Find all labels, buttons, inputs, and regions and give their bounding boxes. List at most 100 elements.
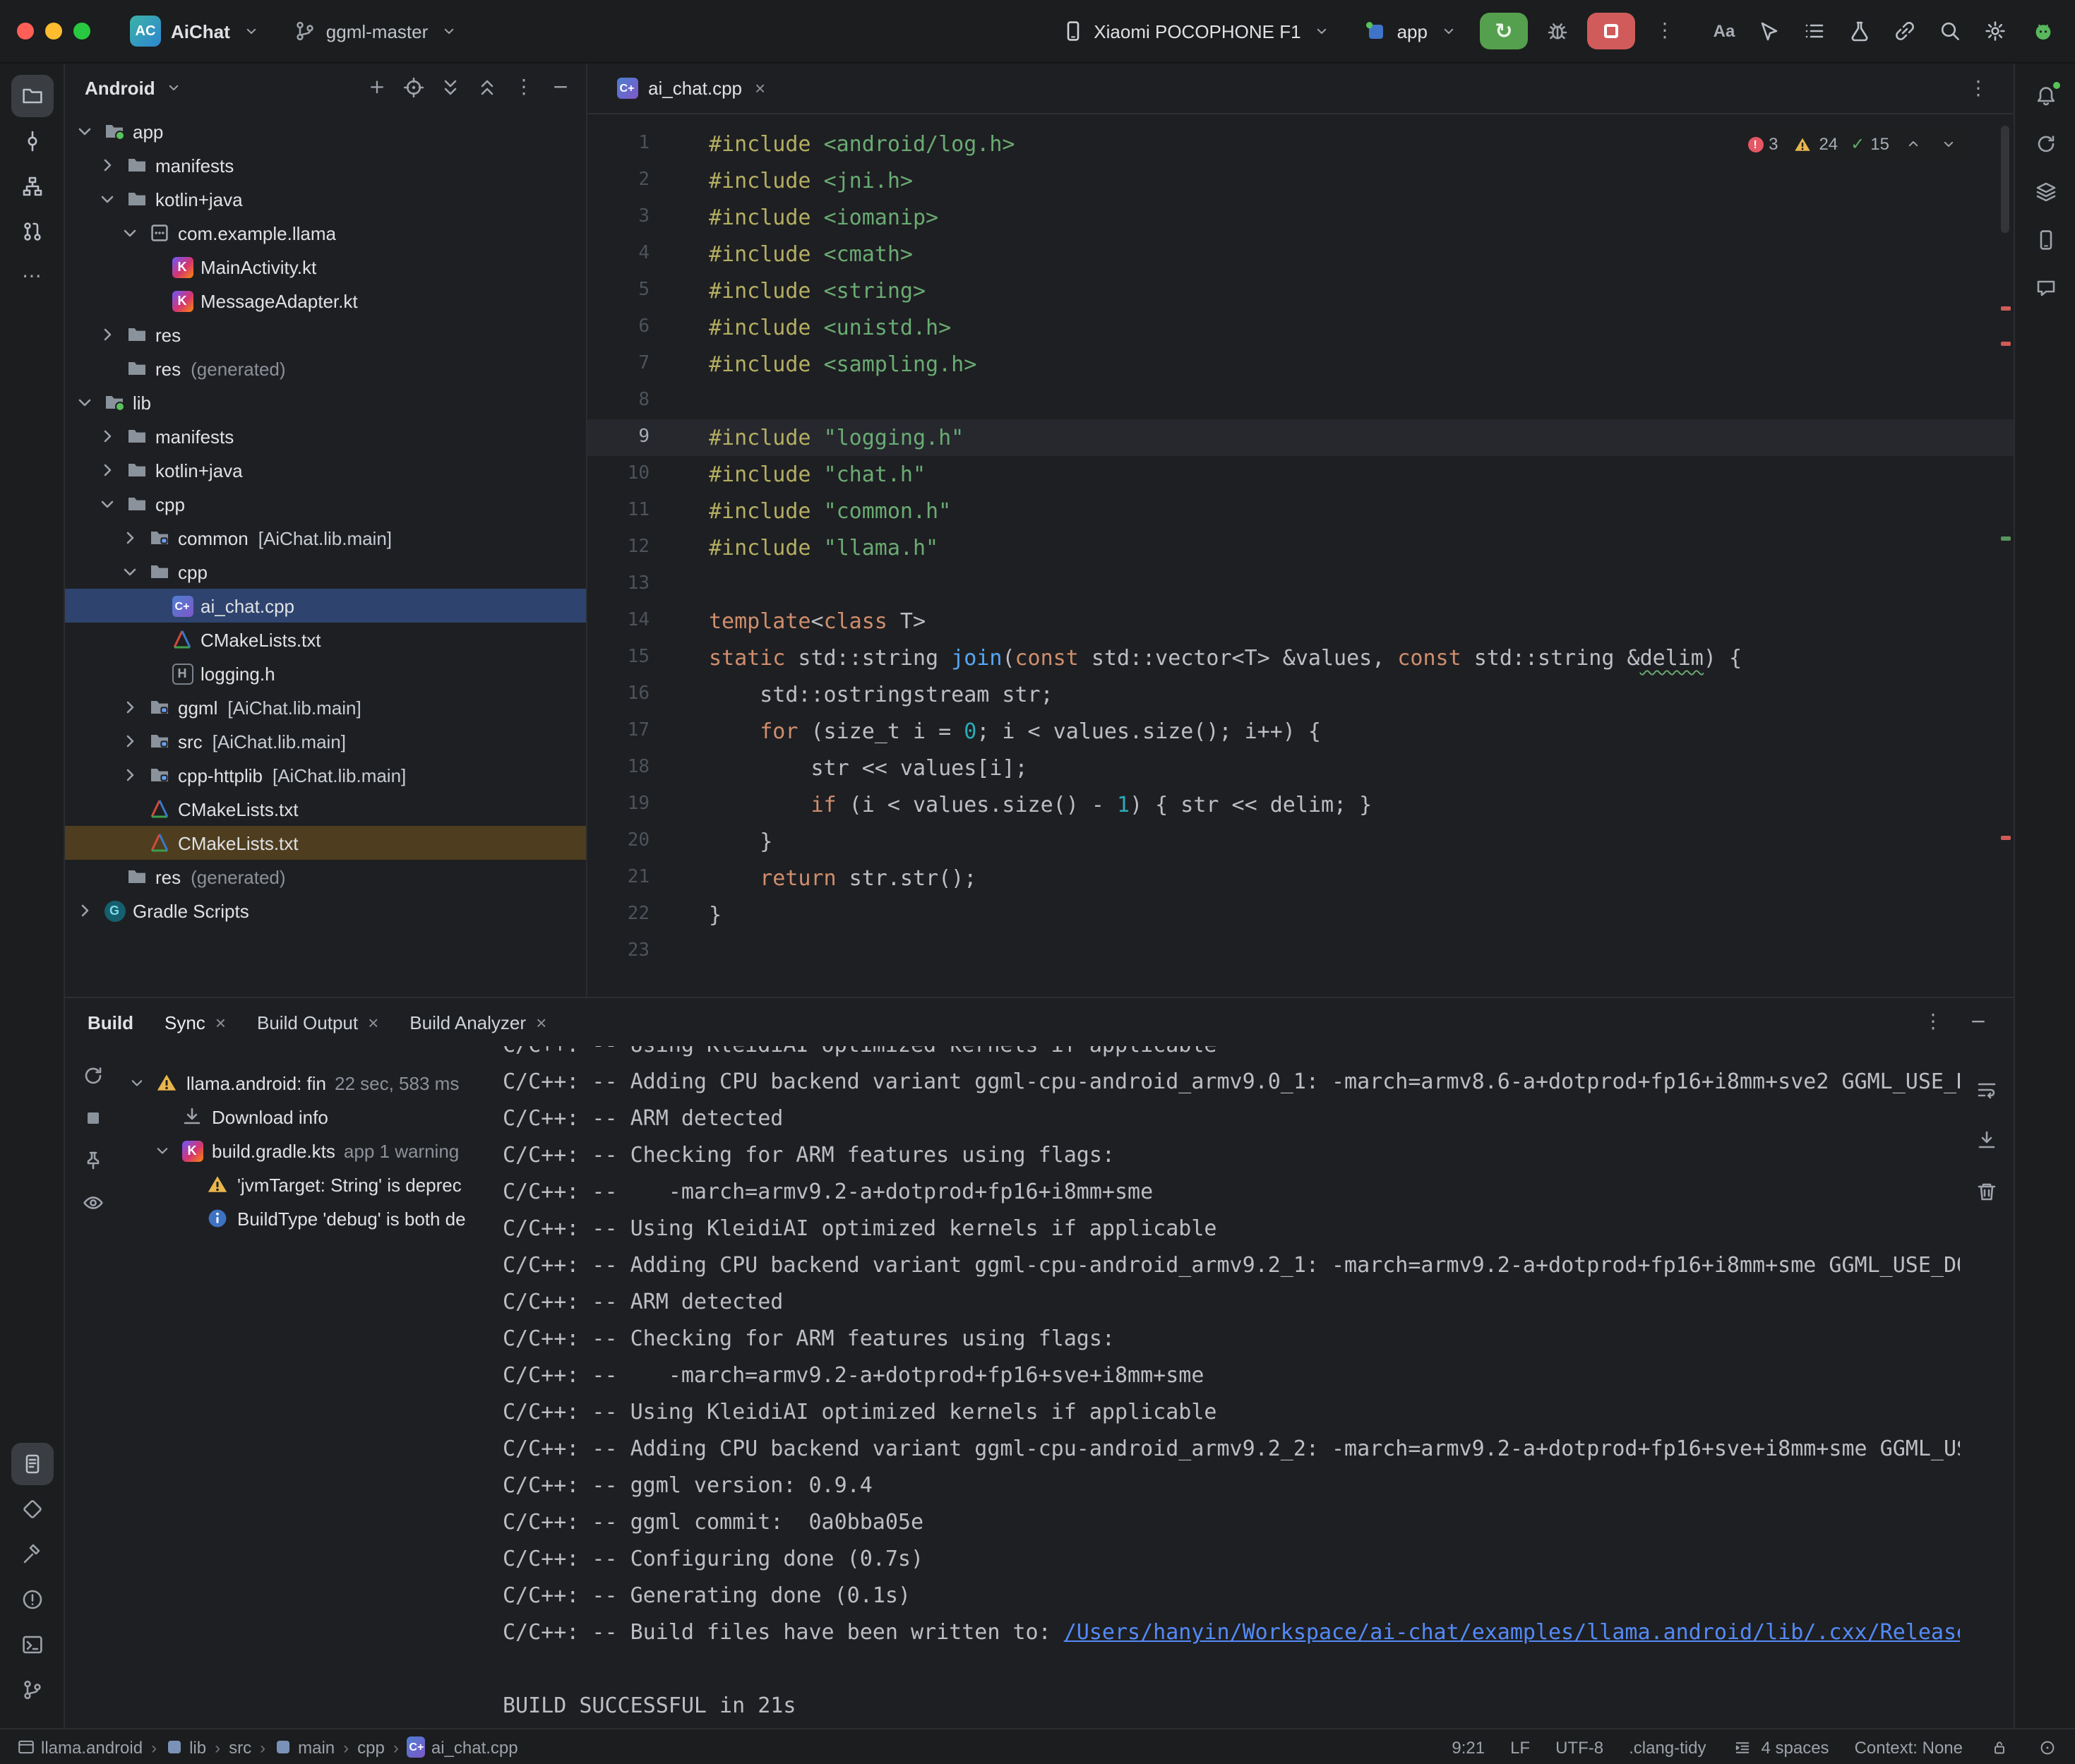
tree-row[interactable]: ggml[AiChat.lib.main] (65, 690, 586, 724)
tree-row[interactable]: cpp-httplib[AiChat.lib.main] (65, 758, 586, 792)
status-item[interactable]: 9:21 (1452, 1737, 1485, 1757)
status-item[interactable]: Context: None (1855, 1737, 1963, 1757)
tree-row[interactable]: lib (65, 385, 586, 419)
device-explorer-button[interactable] (2024, 171, 2067, 213)
line-number[interactable]: 20 (587, 823, 650, 860)
tree-row[interactable]: CMakeLists.txt (65, 826, 586, 860)
tree-row[interactable]: manifests (65, 419, 586, 453)
build-button[interactable] (11, 1533, 53, 1576)
tree-row[interactable]: cpp (65, 487, 586, 521)
project-widget[interactable]: AC AiChat (119, 10, 274, 52)
line-number[interactable]: 2 (587, 162, 650, 199)
hide-button[interactable]: − (544, 71, 578, 104)
close-tab-icon[interactable]: × (755, 78, 765, 99)
line-number[interactable]: 5 (587, 272, 650, 309)
chevron-down-icon[interactable] (162, 76, 185, 99)
breadcrumb-item[interactable]: cpp (357, 1737, 385, 1757)
breadcrumb-item[interactable]: llama.android (17, 1737, 143, 1757)
status-item-hector[interactable] (2036, 1736, 2059, 1758)
stripe-mark[interactable] (2001, 342, 2011, 346)
problems-button[interactable] (11, 1578, 53, 1621)
preview-button[interactable] (75, 1184, 112, 1221)
close-window-button[interactable] (17, 23, 34, 40)
project-button[interactable] (11, 75, 53, 117)
chevron-right-icon[interactable] (119, 764, 141, 786)
line-number[interactable]: 16 (587, 676, 650, 713)
error-count[interactable]: 3 (1747, 134, 1778, 154)
options-button[interactable]: ⋮ (507, 71, 541, 104)
plugins-button[interactable] (1884, 10, 1926, 52)
console-link[interactable]: /Users/hanyin/Workspace/ai-chat/examples… (1064, 1619, 1960, 1645)
tree-row[interactable]: kotlin+java (65, 182, 586, 216)
tree-row[interactable]: res(generated) (65, 352, 586, 385)
line-number[interactable]: 1 (587, 126, 650, 162)
structure-button[interactable] (11, 165, 53, 208)
next-problem-icon[interactable] (1937, 133, 1960, 155)
minimize-window-button[interactable] (45, 23, 62, 40)
build-tree-row[interactable]: llama.android: fin22 sec, 583 ms (121, 1066, 489, 1100)
stop-button[interactable] (1587, 13, 1635, 49)
app-insights-button[interactable] (11, 1488, 53, 1530)
expand-all-button[interactable] (433, 71, 467, 104)
commit-button[interactable] (11, 120, 53, 162)
line-number[interactable]: 13 (587, 566, 650, 603)
notifications-button[interactable] (2024, 75, 2067, 117)
editor-tab[interactable]: C+ ai_chat.cpp × (602, 63, 779, 114)
breadcrumb-item[interactable]: main (274, 1737, 335, 1757)
more-button[interactable]: ⋯ (11, 256, 53, 298)
chevron-down-icon[interactable] (119, 222, 141, 244)
status-item[interactable]: UTF-8 (1555, 1737, 1603, 1757)
line-number[interactable]: 7 (587, 346, 650, 383)
stripe-mark[interactable] (2001, 536, 2011, 541)
line-number[interactable]: 6 (587, 309, 650, 346)
warning-count[interactable]: 24 (1790, 133, 1838, 155)
pull-requests-button[interactable] (11, 210, 53, 253)
tree-row[interactable]: res(generated) (65, 860, 586, 894)
run-button[interactable]: ↻ (1480, 13, 1528, 49)
terminal-button[interactable] (11, 1624, 53, 1666)
tree-row[interactable]: res (65, 318, 586, 352)
status-item[interactable]: LF (1510, 1737, 1530, 1757)
tree-row[interactable]: C+ai_chat.cpp (65, 589, 586, 623)
chevron-right-icon[interactable] (96, 154, 119, 176)
chevron-right-icon[interactable] (96, 425, 119, 448)
line-number[interactable]: 14 (587, 603, 650, 640)
zoom-window-button[interactable] (73, 23, 90, 40)
build-tree-row[interactable]: Download info (121, 1100, 489, 1134)
line-number[interactable]: 10 (587, 456, 650, 493)
chevron-right-icon[interactable] (119, 730, 141, 752)
debug-button[interactable] (1536, 10, 1579, 52)
breadcrumb-item[interactable]: lib (165, 1737, 206, 1757)
project-view-selector[interactable]: Android (85, 77, 155, 98)
close-tab-icon[interactable]: × (536, 1012, 546, 1033)
line-number[interactable]: 17 (587, 713, 650, 750)
line-number[interactable]: 18 (587, 750, 650, 786)
editor-tab-options-button[interactable]: ⋮ (1957, 67, 1999, 109)
line-number[interactable]: 11 (587, 493, 650, 529)
tree-row[interactable]: common[AiChat.lib.main] (65, 521, 586, 555)
build-tab[interactable]: Build Analyzer× (409, 1012, 546, 1033)
line-number[interactable]: 4 (587, 236, 650, 272)
close-tab-icon[interactable]: × (368, 1012, 378, 1033)
line-number[interactable]: 3 (587, 199, 650, 236)
breadcrumb-item[interactable]: C+ai_chat.cpp (407, 1737, 518, 1757)
assistant-button[interactable] (2024, 267, 2067, 309)
run-configuration-selector[interactable]: app (1353, 14, 1471, 48)
chevron-right-icon[interactable] (119, 527, 141, 549)
chevron-down-icon[interactable] (73, 391, 96, 414)
chevron-down-icon[interactable] (153, 1139, 172, 1162)
clear-all-button[interactable] (1966, 1170, 2008, 1213)
inspections-widget[interactable]: 3 24 ✓ 15 (1736, 128, 1971, 160)
line-number[interactable]: 15 (587, 640, 650, 676)
line-number[interactable]: 21 (587, 860, 650, 896)
chevron-down-icon[interactable] (96, 188, 119, 210)
previous-problem-icon[interactable] (1902, 133, 1925, 155)
more-actions-button[interactable]: ⋮ (1644, 10, 1686, 52)
close-tab-icon[interactable]: × (215, 1012, 226, 1033)
chevron-right-icon[interactable] (96, 323, 119, 346)
build-tab[interactable]: Build Output× (257, 1012, 378, 1033)
locate-file-button[interactable] (397, 71, 431, 104)
build-variants-button[interactable] (1838, 10, 1881, 52)
hide-build-panel-button[interactable]: − (1957, 1001, 1999, 1043)
stop-button[interactable] (75, 1100, 112, 1136)
